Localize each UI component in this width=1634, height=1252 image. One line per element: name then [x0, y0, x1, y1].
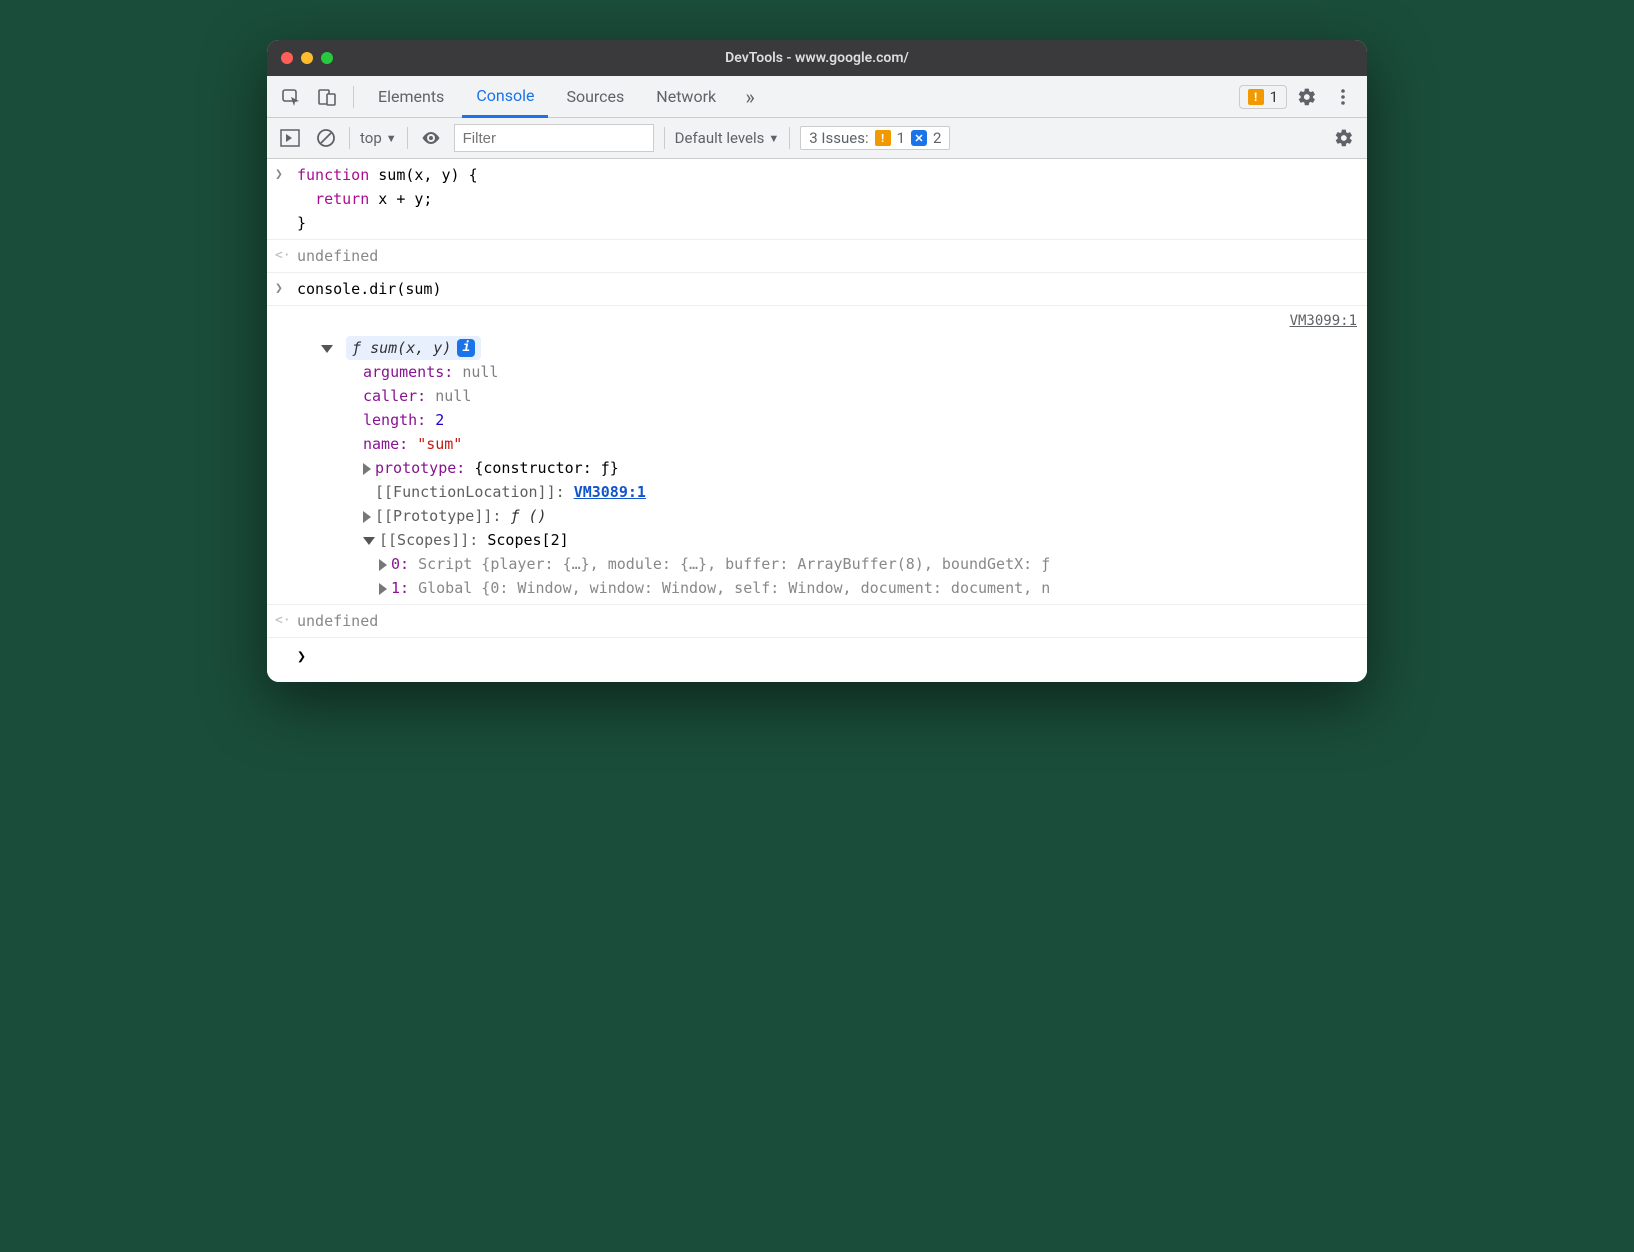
- kebab-menu-icon[interactable]: [1327, 81, 1359, 113]
- window-title: DevTools - www.google.com/: [267, 50, 1367, 66]
- context-selector[interactable]: top ▼: [360, 129, 397, 147]
- output-marker-icon: <·: [275, 611, 291, 632]
- main-tabbar: Elements Console Sources Network » ! 1: [267, 76, 1367, 118]
- log-levels-selector[interactable]: Default levels ▼: [675, 129, 780, 147]
- function-location-link[interactable]: VM3089:1: [574, 483, 646, 501]
- maximize-window-button[interactable]: [321, 52, 333, 64]
- warning-icon: !: [1248, 89, 1264, 105]
- more-tabs-icon[interactable]: »: [734, 81, 766, 113]
- warning-icon: !: [875, 130, 891, 146]
- titlebar: DevTools - www.google.com/: [267, 40, 1367, 76]
- minimize-window-button[interactable]: [301, 52, 313, 64]
- undefined-result: undefined: [297, 247, 378, 265]
- undefined-result: undefined: [297, 612, 378, 630]
- warnings-count: 1: [1270, 88, 1278, 106]
- output-marker-icon: <·: [275, 246, 291, 267]
- clear-console-icon[interactable]: [313, 125, 339, 151]
- live-expression-icon[interactable]: [418, 125, 444, 151]
- expand-toggle-icon[interactable]: [363, 511, 371, 523]
- issues-counter[interactable]: 3 Issues: ! 1 ✕ 2: [800, 126, 950, 150]
- input-marker-icon: ❯: [275, 165, 283, 186]
- console-prompt[interactable]: ❯: [267, 638, 1367, 682]
- traffic-lights: [281, 52, 333, 64]
- issues-label: 3 Issues:: [809, 129, 868, 147]
- devtools-window: DevTools - www.google.com/ Elements Cons…: [267, 40, 1367, 682]
- context-label: top: [360, 129, 382, 147]
- toggle-sidebar-icon[interactable]: [277, 125, 303, 151]
- tab-network[interactable]: Network: [642, 76, 730, 118]
- console-result: <· undefined: [267, 240, 1367, 273]
- expand-toggle-icon[interactable]: [363, 537, 375, 545]
- warnings-badge[interactable]: ! 1: [1239, 85, 1287, 109]
- info-icon[interactable]: i: [457, 339, 475, 357]
- dir-call: console.dir(sum): [297, 280, 442, 298]
- console-output: ❯ function sum(x, y) { return x + y; } <…: [267, 159, 1367, 682]
- issues-info-count: 2: [933, 129, 941, 147]
- settings-icon[interactable]: [1291, 81, 1323, 113]
- input-marker-icon: ❯: [275, 279, 283, 300]
- expand-toggle-icon[interactable]: [321, 345, 333, 353]
- console-toolbar: top ▼ Default levels ▼ 3 Issues: ! 1 ✕ 2: [267, 118, 1367, 159]
- expand-toggle-icon[interactable]: [379, 559, 387, 571]
- tab-sources[interactable]: Sources: [552, 76, 638, 118]
- expand-toggle-icon[interactable]: [363, 463, 371, 475]
- levels-label: Default levels: [675, 129, 765, 147]
- device-toolbar-icon[interactable]: [311, 81, 343, 113]
- close-window-button[interactable]: [281, 52, 293, 64]
- console-result: <· undefined: [267, 605, 1367, 638]
- console-dir-output: VM3099:1 ƒ sum(x, y) i arguments: null c…: [267, 306, 1367, 605]
- info-icon: ✕: [911, 130, 927, 146]
- source-link[interactable]: VM3099:1: [1290, 310, 1357, 332]
- console-settings-icon[interactable]: [1331, 125, 1357, 151]
- console-input-echo: ❯ console.dir(sum): [267, 273, 1367, 306]
- tab-console[interactable]: Console: [462, 76, 548, 118]
- console-input-echo: ❯ function sum(x, y) { return x + y; }: [267, 159, 1367, 240]
- divider: [353, 86, 354, 108]
- expand-toggle-icon[interactable]: [379, 583, 387, 595]
- prompt-marker-icon: ❯: [297, 647, 306, 665]
- tab-elements[interactable]: Elements: [364, 76, 458, 118]
- filter-input[interactable]: [454, 124, 654, 152]
- function-object-header[interactable]: ƒ sum(x, y) i: [346, 336, 481, 360]
- issues-warn-count: 1: [897, 129, 905, 147]
- inspect-element-icon[interactable]: [275, 81, 307, 113]
